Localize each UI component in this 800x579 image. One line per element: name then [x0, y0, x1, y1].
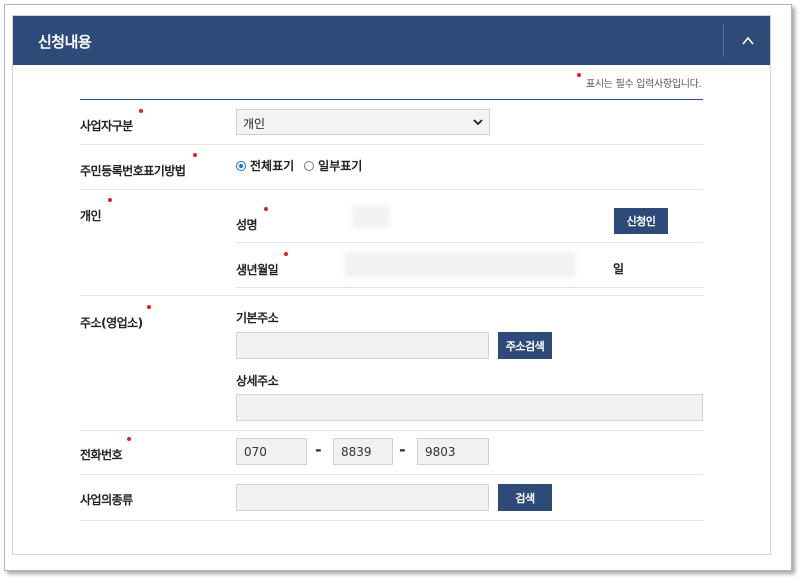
required-marker	[264, 207, 268, 211]
business-kind-input[interactable]	[236, 484, 489, 511]
name-field-redacted[interactable]	[352, 206, 390, 228]
required-notice: 표시는 필수 입력사항입니다.	[586, 79, 702, 90]
row-divider	[80, 474, 703, 475]
rrn-partial-radio[interactable]	[304, 160, 315, 171]
required-marker	[139, 109, 143, 113]
required-marker	[147, 305, 151, 309]
address-search-button[interactable]: 주소검색	[498, 332, 552, 359]
business-type-label: 사업자구분	[80, 119, 133, 133]
business-kind-search-button[interactable]: 검색	[498, 484, 552, 511]
rrn-method-label: 주민등록번호표기방법	[80, 164, 186, 178]
phone-label: 전화번호	[80, 448, 123, 462]
panel-header: 신청내용	[13, 16, 770, 65]
basic-address-input[interactable]	[236, 332, 489, 359]
detail-address-input[interactable]	[236, 394, 703, 421]
form-top-rule	[80, 99, 703, 100]
rrn-method-radio-group: 전체표기 일부표기	[236, 157, 368, 174]
row-divider	[236, 287, 703, 288]
rrn-full-label[interactable]: 전체표기	[250, 157, 294, 174]
phone-part1-input[interactable]: 070	[236, 438, 307, 465]
required-marker	[284, 252, 288, 256]
phone-separator: -	[399, 440, 406, 459]
required-marker	[127, 437, 131, 441]
individual-label: 개인	[80, 209, 102, 223]
row-divider	[80, 189, 703, 190]
birth-label: 생년월일	[236, 263, 279, 277]
rrn-full-radio[interactable]	[236, 160, 246, 171]
applicant-button[interactable]: 신청인	[614, 208, 668, 234]
day-suffix: 일	[613, 262, 624, 276]
row-divider	[80, 295, 703, 296]
required-marker	[108, 198, 112, 202]
phone-separator: -	[315, 440, 322, 459]
name-label: 성명	[236, 218, 258, 232]
collapse-button[interactable]	[725, 16, 770, 65]
business-type-value: 개인	[243, 117, 266, 131]
address-label: 주소(영업소)	[80, 316, 143, 330]
basic-address-label: 기본주소	[236, 311, 279, 325]
business-kind-label: 사업의종류	[80, 493, 133, 507]
phone-part3-input[interactable]: 9803	[417, 438, 489, 465]
chevron-up-icon	[741, 36, 754, 45]
chevron-down-icon	[473, 119, 483, 126]
row-divider	[236, 242, 703, 243]
required-marker	[193, 153, 197, 157]
phone-part2-input[interactable]: 8839	[333, 438, 393, 465]
required-marker	[577, 73, 581, 77]
panel-title: 신청내용	[38, 33, 92, 51]
detail-address-label: 상세주소	[236, 374, 279, 388]
row-divider	[80, 520, 703, 521]
row-divider	[80, 430, 703, 431]
header-divider	[723, 24, 724, 57]
business-type-select[interactable]: 개인	[236, 109, 490, 135]
rrn-partial-label[interactable]: 일부표기	[318, 157, 362, 174]
birth-field-redacted[interactable]	[344, 252, 576, 278]
row-divider	[80, 144, 703, 145]
